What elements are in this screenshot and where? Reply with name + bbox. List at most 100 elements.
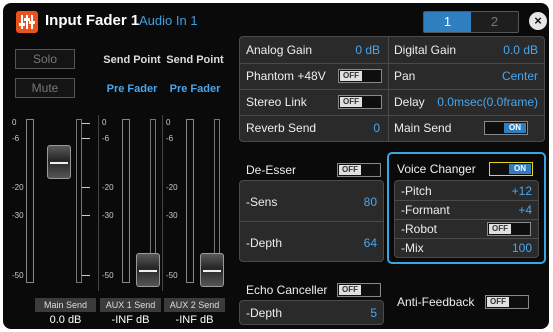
scale-label: -30 <box>12 211 24 220</box>
input-source-label: Audio In 1 <box>139 13 198 28</box>
scale-label: -50 <box>12 271 24 280</box>
digital-gain-label: Digital Gain <box>394 43 457 57</box>
aux1-send-fader-knob[interactable] <box>136 253 160 287</box>
tab-1[interactable]: 1 <box>424 12 471 32</box>
aux2-send-fader-knob[interactable] <box>200 253 224 287</box>
page-title: Input Fader 1 <box>45 12 140 29</box>
scale-label: 0 <box>102 118 107 127</box>
scale-tick <box>82 138 90 139</box>
fader-track <box>122 119 130 283</box>
robot-toggle-state: OFF <box>489 224 511 234</box>
digital-gain-value[interactable]: 0.0 dB <box>503 43 538 57</box>
voice-changer-label: Voice Changer <box>397 162 476 176</box>
pitch-value[interactable]: +12 <box>512 184 532 198</box>
de-esser-label: De-Esser <box>246 163 297 177</box>
column-divider <box>388 37 389 141</box>
scale-tick <box>82 215 90 216</box>
scale-label: 0 <box>12 118 17 127</box>
de-esser-sens-value[interactable]: 80 <box>364 195 377 209</box>
page-tabs: 1 2 <box>423 11 519 33</box>
scale-label: -6 <box>12 134 20 143</box>
stereo-link-toggle[interactable]: OFF <box>338 95 382 109</box>
main-send-toggle-state: ON <box>504 123 526 133</box>
anti-feedback-toggle[interactable]: OFF <box>485 295 529 309</box>
aux1-send-fader-channel: 0 -6 -20 -30 -50 <box>100 115 162 291</box>
level-meter <box>76 119 82 283</box>
delay-label: Delay <box>394 95 425 109</box>
mix-label: -Mix <box>401 241 424 255</box>
aux1-send-point-value[interactable]: Pre Fader <box>101 83 163 95</box>
anti-feedback-toggle-state: OFF <box>487 297 509 307</box>
pitch-label: -Pitch <box>401 184 432 198</box>
de-esser-sens-label: -Sens <box>246 195 278 209</box>
mixer-window: Input Fader 1 Audio In 1 1 2 × Solo Mute… <box>3 3 549 329</box>
fader-track <box>186 119 194 283</box>
channel-divider <box>98 115 99 291</box>
row-divider <box>240 221 383 222</box>
de-esser-toggle-state: OFF <box>339 165 361 175</box>
voice-changer-selection[interactable]: Voice Changer ON -Pitch +12 -Formant +4 … <box>387 152 546 264</box>
close-icon[interactable]: × <box>529 12 547 30</box>
echo-depth-label: -Depth <box>246 306 283 320</box>
row-divider <box>395 219 538 220</box>
scale-tick <box>82 275 90 276</box>
main-send-fader-channel: 0 -6 -20 -30 -50 <box>10 115 95 291</box>
analog-gain-label: Analog Gain <box>246 43 313 57</box>
scale-label: -20 <box>102 183 114 192</box>
de-esser-toggle[interactable]: OFF <box>337 163 381 177</box>
row-divider <box>240 63 544 64</box>
row-divider <box>240 115 544 116</box>
scale-label: -20 <box>12 183 24 192</box>
main-send-toggle[interactable]: ON <box>484 121 528 135</box>
anti-feedback-label: Anti-Feedback <box>397 295 475 309</box>
main-send-level: 0.0 dB <box>49 314 82 326</box>
main-send-fader-knob[interactable] <box>47 145 71 179</box>
formant-value[interactable]: +4 <box>518 203 532 217</box>
stereo-link-toggle-state: OFF <box>340 97 362 107</box>
reverb-send-label: Reverb Send <box>246 121 317 135</box>
scale-label: -6 <box>102 134 110 143</box>
fader-icon <box>16 11 38 33</box>
aux2-send-point-header: Send Point <box>166 54 224 66</box>
echo-depth-value[interactable]: 5 <box>370 306 377 320</box>
analog-gain-value[interactable]: 0 dB <box>355 43 380 57</box>
aux2-send-fader-channel: 0 -6 -20 -30 -50 <box>164 115 226 291</box>
robot-toggle[interactable]: OFF <box>487 222 531 236</box>
tab-2[interactable]: 2 <box>471 12 518 32</box>
echo-canceller-label: Echo Canceller <box>246 283 328 297</box>
voice-changer-toggle[interactable]: ON <box>489 162 533 176</box>
mute-button[interactable]: Mute <box>15 78 75 98</box>
main-send-setting-label: Main Send <box>394 121 452 135</box>
reverb-send-value[interactable]: 0 <box>373 121 380 135</box>
channel-settings-panel: Analog Gain 0 dB Digital Gain 0.0 dB Pha… <box>239 36 545 142</box>
mix-value[interactable]: 100 <box>512 241 532 255</box>
row-divider <box>395 238 538 239</box>
pan-value[interactable]: Center <box>502 69 538 83</box>
phantom-toggle-state: OFF <box>340 71 362 81</box>
scale-label: -50 <box>166 271 178 280</box>
scale-label: -30 <box>166 211 178 220</box>
scale-tick <box>82 187 90 188</box>
delay-value[interactable]: 0.0msec(0.0frame) <box>437 95 538 109</box>
echo-canceller-toggle[interactable]: OFF <box>337 283 381 297</box>
aux2-send-level: -INF dB <box>175 314 214 326</box>
channel-divider <box>162 115 163 291</box>
de-esser-depth-value[interactable]: 64 <box>364 236 377 250</box>
scale-label: -30 <box>102 211 114 220</box>
echo-canceller-panel: -Depth 5 <box>239 300 384 325</box>
aux1-send-label: AUX 1 Send <box>100 298 161 312</box>
voice-changer-panel: -Pitch +12 -Formant +4 -Robot OFF -Mix 1… <box>394 180 539 258</box>
aux2-send-point-value[interactable]: Pre Fader <box>164 83 226 95</box>
echo-canceller-toggle-state: OFF <box>339 285 361 295</box>
phantom-toggle[interactable]: OFF <box>338 69 382 83</box>
robot-label: -Robot <box>401 222 438 236</box>
main-send-label: Main Send <box>35 298 96 312</box>
scale-label: -6 <box>166 134 174 143</box>
row-divider <box>240 89 544 90</box>
aux1-send-level: -INF dB <box>111 314 150 326</box>
de-esser-panel: -Sens 80 -Depth 64 <box>239 180 384 262</box>
solo-button[interactable]: Solo <box>15 49 75 69</box>
scale-label: -50 <box>102 271 114 280</box>
phantom-label: Phantom +48V <box>246 69 326 83</box>
scale-tick <box>82 123 90 124</box>
